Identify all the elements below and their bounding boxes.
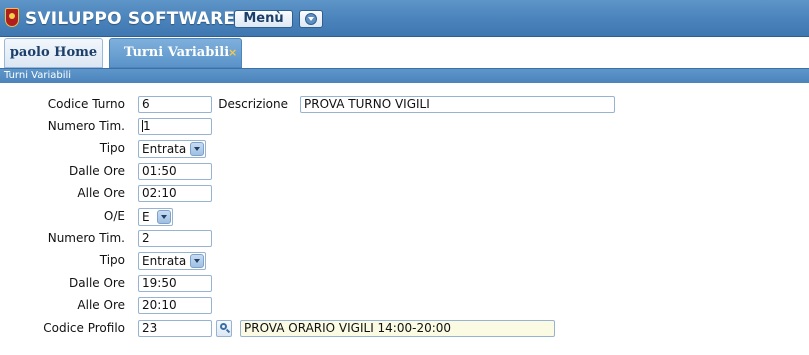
- chevron-down-icon: [305, 13, 317, 25]
- menu-dropdown-button[interactable]: [299, 10, 323, 28]
- tipo-2-select[interactable]: Entrata: [138, 252, 206, 270]
- numero-tim-2-label: Numero Tim.: [47, 231, 125, 245]
- crest-logo-icon: [5, 8, 19, 27]
- tab-label: Turni Variabili: [124, 45, 230, 60]
- form-panel: Codice Turno 6 Descrizione PROVA TURNO V…: [0, 83, 809, 355]
- oe-label: O/E: [103, 209, 125, 223]
- tipo-2-value: Entrata: [142, 254, 187, 268]
- codice-profilo-input[interactable]: 23: [138, 320, 212, 337]
- panel-title: Turni Variabili: [0, 68, 809, 83]
- app-title: SVILUPPO SOFTWARE: [25, 9, 236, 29]
- tipo-1-value: Entrata: [142, 142, 187, 156]
- descrizione-input[interactable]: PROVA TURNO VIGILI: [300, 96, 615, 113]
- alle-ore-1-label: Alle Ore: [77, 186, 125, 200]
- numero-tim-2-input[interactable]: 2: [138, 230, 212, 247]
- dalle-ore-1-input[interactable]: 01:50: [138, 163, 212, 180]
- codice-turno-label: Codice Turno: [47, 97, 125, 111]
- alle-ore-1-input[interactable]: 02:10: [138, 185, 212, 202]
- tab-turni-variabili[interactable]: Turni Variabili ×: [109, 38, 242, 68]
- tipo-1-label: Tipo: [99, 141, 125, 155]
- oe-select[interactable]: E: [138, 208, 173, 226]
- numero-tim-1-input[interactable]: 1: [138, 118, 212, 135]
- oe-value: E: [142, 210, 150, 224]
- close-icon[interactable]: ×: [228, 39, 237, 67]
- chevron-down-icon: [190, 254, 204, 268]
- profilo-lookup-button[interactable]: [216, 320, 232, 337]
- numero-tim-1-value: 1: [143, 119, 151, 133]
- alle-ore-2-input[interactable]: 20:10: [138, 297, 212, 314]
- tipo-2-label: Tipo: [99, 253, 125, 267]
- dalle-ore-2-input[interactable]: 19:50: [138, 275, 212, 292]
- descrizione-label: Descrizione: [218, 97, 288, 111]
- menu-button[interactable]: Menù: [234, 10, 293, 28]
- app-header: SVILUPPO SOFTWARE Menù: [0, 0, 809, 37]
- profilo-description-field: PROVA ORARIO VIGILI 14:00-20:00: [240, 320, 555, 337]
- chevron-down-icon: [190, 142, 204, 156]
- tipo-1-select[interactable]: Entrata: [138, 140, 206, 158]
- chevron-down-icon: [157, 210, 171, 224]
- dalle-ore-1-label: Dalle Ore: [69, 164, 125, 178]
- alle-ore-2-label: Alle Ore: [77, 298, 125, 312]
- numero-tim-1-label: Numero Tim.: [47, 119, 125, 133]
- codice-profilo-label: Codice Profilo: [43, 321, 125, 335]
- tab-strip: paolo Home Turni Variabili ×: [0, 37, 809, 68]
- tab-paolo-home[interactable]: paolo Home: [4, 38, 103, 68]
- dalle-ore-2-label: Dalle Ore: [69, 276, 125, 290]
